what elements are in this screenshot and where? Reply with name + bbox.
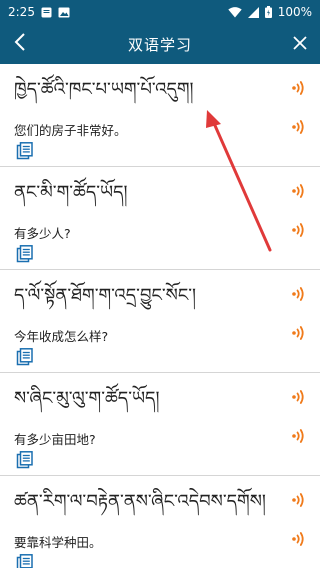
status-right: 100%	[227, 5, 312, 19]
copy-document-icon[interactable]	[16, 245, 34, 263]
chinese-text: 有多少亩田地?	[14, 432, 96, 447]
close-button[interactable]	[280, 24, 320, 64]
phrase-item: ཚན་རིག་ལ་བརྟེན་ནས་ཞིང་འདེབས་དགོས། 要靠科学种田…	[0, 476, 320, 568]
speaker-icon[interactable]	[290, 427, 308, 445]
back-button[interactable]	[0, 24, 40, 64]
tibetan-text: ནང་མི་ག་ཚོད་ཡོད།	[14, 182, 128, 203]
chinese-text: 今年收成怎么样?	[14, 329, 109, 344]
copy-document-icon[interactable]	[16, 348, 34, 366]
copy-document-icon[interactable]	[16, 554, 34, 568]
speaker-icon[interactable]	[290, 388, 308, 406]
speaker-icon[interactable]	[290, 491, 308, 509]
status-left: 2:25	[8, 5, 70, 19]
chinese-text: 您们的房子非常好。	[14, 123, 127, 138]
battery-level: 100%	[277, 5, 312, 19]
phrase-item: ད་ལོ་སྟོན་ཐོག་ག་འདྲ་བྱུང་སོང་། 今年收成怎么样?	[0, 270, 320, 373]
status-time: 2:25	[8, 5, 35, 19]
copy-document-icon[interactable]	[16, 142, 34, 160]
speaker-icon[interactable]	[290, 530, 308, 548]
wifi-icon	[227, 6, 242, 18]
speaker-icon[interactable]	[290, 324, 308, 342]
phrase-list: ཁྱེད་ཚོའི་ཁང་པ་ཡག་པོ་འདུག། 您们的房子非常好。 ནང་…	[0, 64, 320, 568]
tibetan-text: ཁྱེད་ཚོའི་ཁང་པ་ཡག་པོ་འདུག།	[14, 79, 194, 100]
copy-document-icon[interactable]	[16, 451, 34, 469]
tibetan-text: ད་ལོ་སྟོན་ཐོག་ག་འདྲ་བྱུང་སོང་།	[14, 285, 196, 306]
speaker-icon[interactable]	[290, 79, 308, 97]
speaker-icon[interactable]	[290, 221, 308, 239]
chevron-left-icon	[14, 33, 26, 55]
chinese-text: 要靠科学种田。	[14, 535, 102, 550]
phrase-item: ས་ཞིང་མུ་ལུ་ག་ཚོད་ཡོད། 有多少亩田地?	[0, 373, 320, 476]
page-title: 双语学习	[127, 35, 192, 54]
status-bar: 2:25 100%	[0, 0, 320, 24]
phrase-item: ནང་མི་ག་ཚོད་ཡོད། 有多少人?	[0, 167, 320, 270]
notification-icon	[41, 7, 52, 18]
chinese-text: 有多少人?	[14, 226, 71, 241]
speaker-icon[interactable]	[290, 285, 308, 303]
battery-icon	[264, 6, 272, 18]
image-notification-icon	[58, 7, 70, 18]
close-icon	[293, 35, 307, 54]
phrase-item: ཁྱེད་ཚོའི་ཁང་པ་ཡག་པོ་འདུག། 您们的房子非常好。	[0, 64, 320, 167]
tibetan-text: ཚན་རིག་ལ་བརྟེན་ནས་ཞིང་འདེབས་དགོས།	[14, 491, 266, 512]
speaker-icon[interactable]	[290, 118, 308, 136]
title-bar: 双语学习	[0, 24, 320, 64]
tibetan-text: ས་ཞིང་མུ་ལུ་ག་ཚོད་ཡོད།	[14, 388, 160, 409]
speaker-icon[interactable]	[290, 182, 308, 200]
signal-icon	[247, 6, 259, 18]
